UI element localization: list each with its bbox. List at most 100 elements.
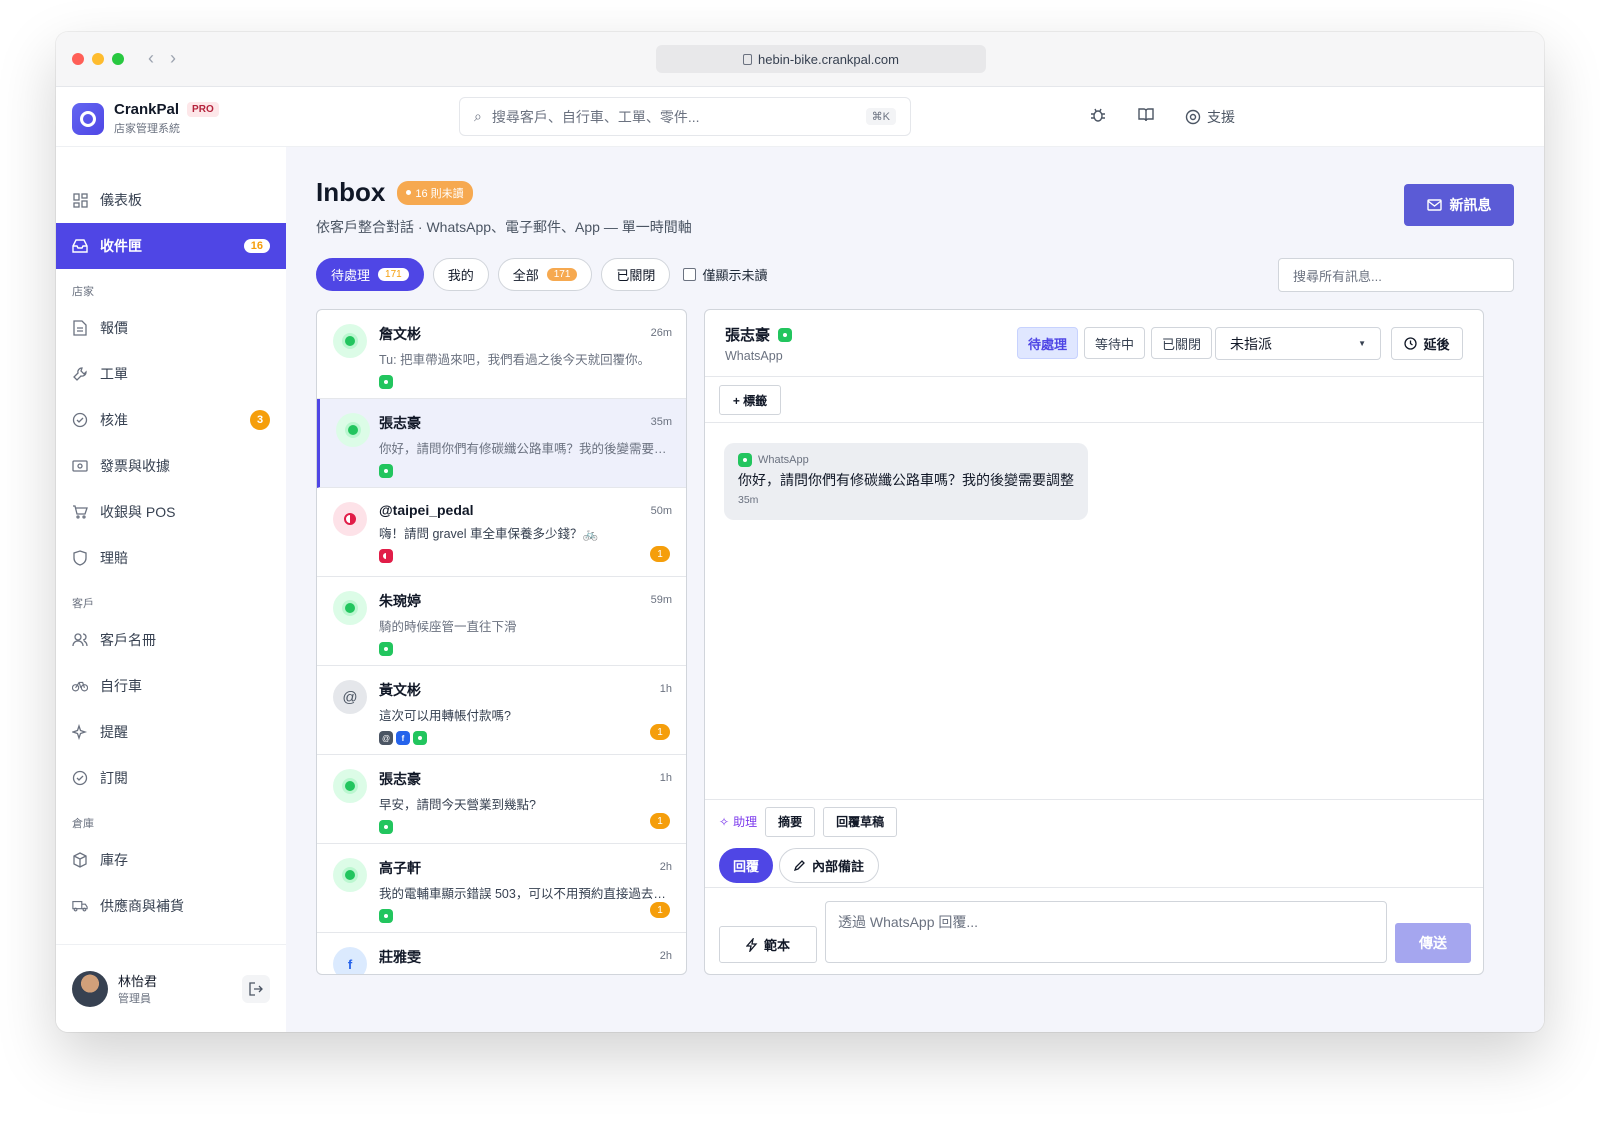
search-placeholder: 搜尋客戶、自行車、工單、零件... bbox=[491, 108, 700, 125]
inbox-count-badge: 16 bbox=[243, 239, 270, 253]
whatsapp-icon bbox=[379, 820, 393, 834]
snooze-button[interactable]: 延後 bbox=[1391, 327, 1463, 360]
status-closed-button[interactable]: 已關閉 bbox=[1151, 327, 1213, 359]
search-messages-input[interactable]: 搜尋所有訊息... bbox=[1278, 258, 1514, 292]
cart-icon bbox=[72, 504, 88, 520]
email-avatar-icon: @ bbox=[333, 680, 367, 714]
unread-only-checkbox[interactable]: 僅顯示未讀 bbox=[683, 265, 767, 284]
unread-badge: 1 bbox=[650, 902, 670, 918]
page-header: Inbox 16 則未讀 bbox=[316, 177, 473, 208]
forward-arrow-icon[interactable]: › bbox=[170, 48, 176, 69]
message-time: 35m bbox=[738, 494, 759, 506]
message-bubble: WhatsApp 你好，請問你們有修碳纖公路車嗎？我的後變需要調整 35m bbox=[724, 443, 1088, 520]
unread-count-pill: 16 則未讀 bbox=[397, 180, 473, 205]
conversation-thread: 張志豪 WhatsApp 待處理 等待中 已關閉 未指派 ▼ 延後 + 標籤 W… bbox=[704, 309, 1484, 975]
bicycle-icon bbox=[72, 678, 88, 694]
mail-icon bbox=[1426, 199, 1442, 211]
unread-badge: 1 bbox=[650, 813, 670, 829]
status-buttons: 待處理 等待中 已關閉 bbox=[1017, 327, 1213, 359]
send-button[interactable]: 傳送 bbox=[1395, 923, 1471, 963]
conversation-list: 詹文彬 26m Tu: 把車帶過來吧，我們看過之後今天就回覆你。 張志豪 35m… bbox=[316, 309, 687, 975]
sidebar-item-reminders[interactable]: 提醒 bbox=[56, 709, 286, 755]
conversation-item[interactable]: @ 黃文彬 1h 這次可以用轉帳付款嗎? @ f 1 bbox=[317, 666, 686, 755]
sidebar-item-claims[interactable]: 理賠 bbox=[56, 535, 286, 581]
close-window-button[interactable] bbox=[72, 53, 84, 65]
sidebar-item-quotes[interactable]: 報價 bbox=[56, 305, 286, 351]
page-subtitle: 依客戶整合對話 · WhatsApp、電子郵件、App — 單一時間軸 bbox=[316, 219, 692, 235]
sidebar-item-approvals[interactable]: 核准 3 bbox=[56, 397, 286, 443]
conversation-item-selected[interactable]: 張志豪 35m 你好，請問你們有修碳纖公路車嗎？我的後變需要調整 bbox=[317, 399, 686, 488]
address-bar[interactable]: hebin-bike.crankpal.com bbox=[656, 45, 986, 73]
conversation-item[interactable]: 張志豪 1h 早安，請問今天營業到幾點? 1 bbox=[317, 755, 686, 844]
message-area: WhatsApp 你好，請問你們有修碳纖公路車嗎？我的後變需要調整 35m bbox=[705, 423, 1483, 800]
bug-icon[interactable] bbox=[1089, 106, 1107, 127]
add-tag-button[interactable]: + 標籤 bbox=[719, 385, 781, 415]
crankpal-logo-icon bbox=[72, 102, 104, 135]
tab-reply[interactable]: 回覆 bbox=[719, 847, 774, 883]
filter-closed[interactable]: 已關閉 bbox=[601, 258, 671, 291]
section-customers: 客戶 bbox=[72, 598, 94, 610]
unread-badge: 1 bbox=[650, 724, 670, 740]
pending-count: 171 bbox=[378, 268, 409, 281]
header-actions: 支援 bbox=[1089, 106, 1235, 127]
logout-button[interactable] bbox=[242, 974, 270, 1003]
lightning-icon bbox=[745, 937, 758, 952]
sidebar-item-inbox[interactable]: 收件匣 16 bbox=[56, 223, 286, 269]
conversation-item[interactable]: 朱琬婷 59m 騎的時候座管一直往下滑 bbox=[317, 577, 686, 666]
reply-tabs: 回覆 內部備註 bbox=[705, 843, 1483, 888]
filter-all[interactable]: 全部 171 bbox=[497, 258, 593, 291]
new-message-button[interactable]: 新訊息 bbox=[1404, 184, 1514, 226]
truck-icon bbox=[72, 898, 88, 914]
pencil-icon bbox=[794, 860, 805, 871]
assignee-select[interactable]: 未指派 ▼ bbox=[1215, 327, 1381, 360]
avatar[interactable] bbox=[72, 970, 108, 1007]
filter-pending[interactable]: 待處理 171 bbox=[316, 258, 424, 291]
filter-mine[interactable]: 我的 bbox=[432, 258, 489, 291]
global-search-input[interactable]: ⌕ 搜尋客戶、自行車、工單、零件... ⌘K bbox=[459, 97, 911, 136]
sidebar-item-subscriptions[interactable]: 訂閱 bbox=[56, 755, 286, 801]
sidebar-item-dashboard[interactable]: 儀表板 bbox=[56, 177, 286, 223]
template-button[interactable]: 範本 bbox=[719, 926, 817, 963]
user-role: 管理員 bbox=[118, 993, 151, 1005]
back-arrow-icon[interactable]: ‹ bbox=[148, 48, 154, 69]
sidebar-item-inventory[interactable]: 庫存 bbox=[56, 837, 286, 883]
inbox-icon bbox=[72, 238, 88, 254]
document-icon bbox=[72, 320, 88, 336]
conversation-item[interactable]: 高子軒 2h 我的電輔車顯示錯誤 503，可以不用預約直接過去嗎？ 1 bbox=[317, 844, 686, 933]
reply-textarea[interactable]: 透過 WhatsApp 回覆... bbox=[825, 901, 1387, 963]
sparkle-icon: ✧ bbox=[719, 814, 730, 829]
sidebar-item-pos[interactable]: 收銀與 POS bbox=[56, 489, 286, 535]
summary-button[interactable]: 摘要 bbox=[765, 806, 816, 837]
status-waiting-button[interactable]: 等待中 bbox=[1084, 327, 1146, 359]
brand[interactable]: CrankPal PRO 店家管理系統 bbox=[72, 101, 219, 136]
lock-icon bbox=[743, 53, 753, 65]
whatsapp-avatar-icon bbox=[333, 769, 367, 803]
email-icon: @ bbox=[379, 731, 393, 745]
chevron-down-icon: ▼ bbox=[1358, 339, 1366, 348]
whatsapp-avatar-icon bbox=[333, 591, 367, 625]
sidebar-item-invoices[interactable]: 發票與收據 bbox=[56, 443, 286, 489]
url-text: hebin-bike.crankpal.com bbox=[758, 51, 899, 67]
book-icon[interactable] bbox=[1137, 106, 1155, 127]
clock-icon bbox=[1404, 337, 1418, 350]
logout-icon bbox=[249, 981, 263, 996]
check-circle-icon bbox=[72, 770, 88, 786]
search-icon: ⌕ bbox=[474, 108, 482, 124]
sidebar-item-work-orders[interactable]: 工單 bbox=[56, 351, 286, 397]
conversation-item[interactable]: 詹文彬 26m Tu: 把車帶過來吧，我們看過之後今天就回覆你。 bbox=[317, 310, 686, 399]
conversation-item[interactable]: @taipei_pedal 50m 嗨！請問 gravel 車全車保養多少錢？🚲… bbox=[317, 488, 686, 577]
sidebar-item-customer-list[interactable]: 客戶名冊 bbox=[56, 617, 286, 663]
sidebar-item-bikes[interactable]: 自行車 bbox=[56, 663, 286, 709]
tab-internal-note[interactable]: 內部備註 bbox=[779, 847, 880, 883]
draft-reply-button[interactable]: 回覆草稿 bbox=[823, 806, 898, 837]
main-content: Inbox 16 則未讀 依客戶整合對話 · WhatsApp、電子郵件、App… bbox=[286, 147, 1544, 1032]
conversation-item[interactable]: f 莊雅雯 2h bbox=[317, 933, 686, 974]
message-text: 你好，請問你們有修碳纖公路車嗎？我的後變需要調整 bbox=[738, 472, 1074, 488]
facebook-icon: f bbox=[396, 731, 410, 745]
search-shortcut: ⌘K bbox=[865, 108, 896, 125]
sidebar-item-suppliers[interactable]: 供應商與補貨 bbox=[56, 883, 286, 929]
minimize-window-button[interactable] bbox=[92, 53, 104, 65]
maximize-window-button[interactable] bbox=[112, 53, 124, 65]
support-link[interactable]: 支援 bbox=[1185, 107, 1235, 127]
status-pending-button[interactable]: 待處理 bbox=[1017, 327, 1079, 359]
